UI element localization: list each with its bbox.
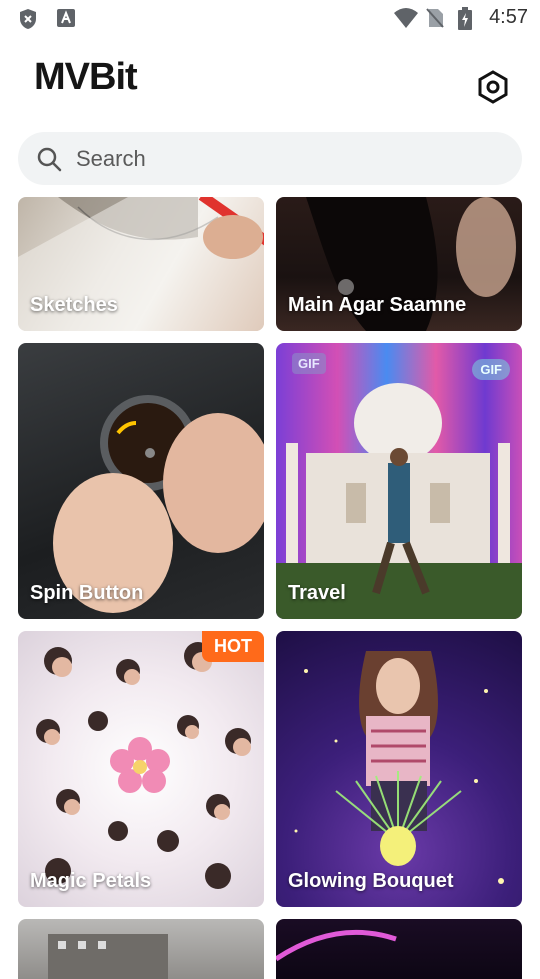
search-icon bbox=[36, 146, 62, 172]
font-a-icon bbox=[56, 8, 78, 30]
battery-charging-icon bbox=[457, 6, 479, 30]
app-logo: MVBit bbox=[34, 56, 138, 98]
status-time: 4:57 bbox=[489, 6, 528, 28]
search-input[interactable] bbox=[74, 144, 478, 173]
template-card-neon[interactable] bbox=[276, 919, 522, 979]
search-bar[interactable] bbox=[18, 132, 522, 185]
gif-badge: GIF bbox=[472, 359, 510, 380]
card-label: Magic Petals bbox=[30, 870, 152, 892]
card-label: Sketches bbox=[30, 294, 118, 316]
gif-badge: GIF bbox=[292, 353, 326, 374]
card-thumbnail bbox=[276, 383, 522, 619]
template-card-building[interactable] bbox=[18, 919, 264, 979]
card-thumbnail bbox=[53, 395, 264, 613]
card-label: Travel bbox=[288, 582, 346, 604]
template-card-main-agar-saamne[interactable]: Main Agar Saamne bbox=[276, 197, 522, 331]
template-card-glowing-bouquet[interactable]: Glowing Bouquet bbox=[276, 631, 522, 907]
settings-button[interactable] bbox=[474, 69, 512, 109]
template-card-magic-petals[interactable]: HOT Magic Petals bbox=[18, 631, 264, 907]
card-thumbnail bbox=[36, 642, 251, 889]
hexagon-settings-icon bbox=[477, 69, 509, 109]
wifi-icon bbox=[393, 7, 419, 29]
card-label: Glowing Bouquet bbox=[288, 870, 454, 892]
card-label: Spin Button bbox=[30, 582, 144, 604]
card-thumbnail bbox=[294, 651, 504, 884]
hot-badge: HOT bbox=[202, 631, 264, 662]
shield-icon bbox=[18, 8, 40, 30]
status-bar: 4:57 bbox=[0, 0, 540, 36]
card-label: Main Agar Saamne bbox=[288, 294, 467, 316]
template-card-spin-button[interactable]: Spin Button bbox=[18, 343, 264, 619]
card-thumbnail bbox=[48, 934, 168, 979]
template-card-sketches[interactable]: Sketches bbox=[18, 197, 264, 331]
no-sim-icon bbox=[425, 7, 447, 29]
template-card-travel[interactable]: GIF GIF Travel bbox=[276, 343, 522, 619]
card-thumbnail bbox=[276, 929, 397, 962]
